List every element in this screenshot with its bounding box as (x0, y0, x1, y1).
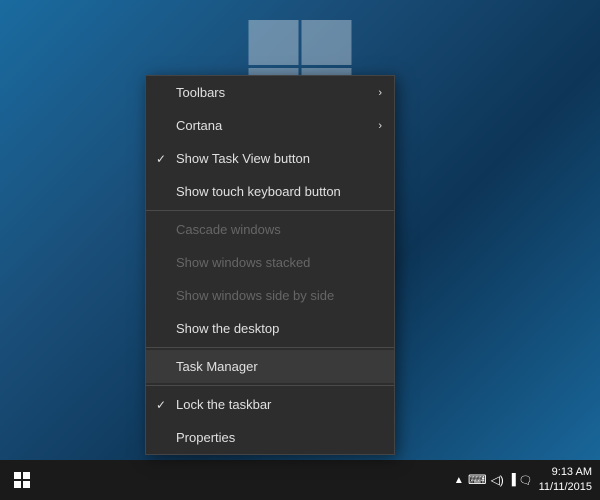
network-icon[interactable]: ▐ (508, 474, 515, 486)
menu-item-label: Cascade windows (176, 222, 281, 237)
menu-separator (146, 210, 394, 211)
taskbar-right: ▲ ⌨ ◁) ▐ 🗨 9:13 AM 11/11/2015 (454, 465, 600, 496)
chevron-icon[interactable]: ▲ (454, 475, 464, 486)
menu-item-cortana[interactable]: Cortana › (146, 109, 394, 142)
menu-item-label: Task Manager (176, 359, 258, 374)
notification-icon[interactable]: 🗨 (519, 474, 533, 487)
taskbar-left (0, 460, 42, 500)
menu-item-label: Cortana (176, 118, 222, 133)
menu-separator (146, 347, 394, 348)
menu-item-cascade-windows: Cascade windows (146, 213, 394, 246)
taskbar-clock[interactable]: 9:13 AM 11/11/2015 (539, 465, 592, 496)
menu-item-show-windows-stacked: Show windows stacked (146, 246, 394, 279)
menu-item-label: Show Task View button (176, 151, 310, 166)
menu-item-show-windows-side-by-side: Show windows side by side (146, 279, 394, 312)
menu-item-label: Show windows stacked (176, 255, 310, 270)
taskbar: ▲ ⌨ ◁) ▐ 🗨 9:13 AM 11/11/2015 (0, 460, 600, 500)
menu-item-task-manager[interactable]: Task Manager (146, 350, 394, 383)
clock-time: 9:13 AM (539, 465, 592, 480)
menu-item-label: Toolbars (176, 85, 225, 100)
menu-item-label: Properties (176, 430, 235, 445)
checkmark-icon: ✓ (156, 152, 166, 166)
menu-item-properties[interactable]: Properties (146, 421, 394, 454)
checkmark-icon: ✓ (156, 398, 166, 412)
context-menu: Toolbars › Cortana › ✓ Show Task View button S… (145, 75, 395, 455)
menu-separator (146, 385, 394, 386)
speaker-icon[interactable]: ◁) (491, 473, 504, 487)
clock-date: 11/11/2015 (539, 480, 592, 495)
notification-area: ▲ ⌨ ◁) ▐ 🗨 (454, 472, 533, 488)
keyboard-icon: ⌨ (468, 472, 487, 488)
menu-item-lock-taskbar[interactable]: ✓ Lock the taskbar (146, 388, 394, 421)
menu-item-toolbars[interactable]: Toolbars › (146, 76, 394, 109)
start-button[interactable] (2, 460, 42, 500)
submenu-arrow-icon: › (378, 120, 382, 132)
menu-item-label: Show windows side by side (176, 288, 334, 303)
menu-item-show-the-desktop[interactable]: Show the desktop (146, 312, 394, 345)
submenu-arrow-icon: › (378, 87, 382, 99)
menu-item-show-touch-keyboard[interactable]: Show touch keyboard button (146, 175, 394, 208)
menu-item-show-task-view[interactable]: ✓ Show Task View button (146, 142, 394, 175)
menu-item-label: Lock the taskbar (176, 397, 271, 412)
menu-item-label: Show touch keyboard button (176, 184, 341, 199)
menu-item-label: Show the desktop (176, 321, 279, 336)
desktop: Toolbars › Cortana › ✓ Show Task View button S… (0, 0, 600, 500)
